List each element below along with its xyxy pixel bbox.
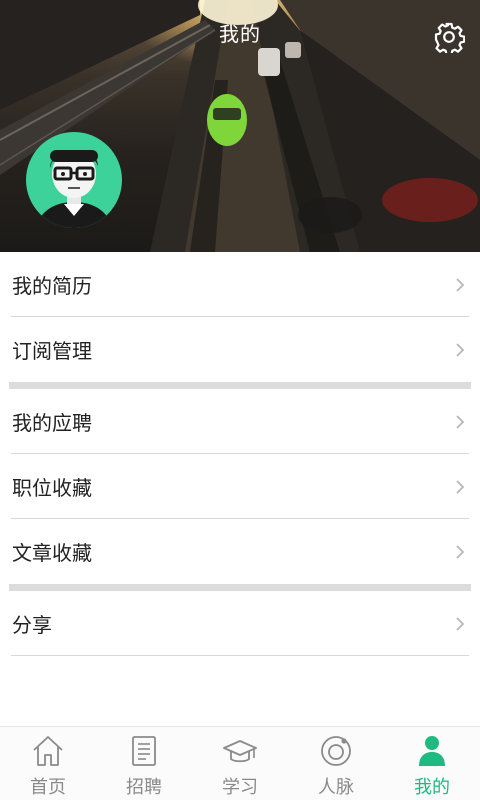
- bottom-tab-bar: 首页 招聘 学习 人脉 我的: [0, 726, 480, 800]
- avatar[interactable]: [26, 132, 122, 228]
- menu-item-article-favorites[interactable]: 文章收藏: [0, 519, 480, 584]
- home-icon: [33, 736, 63, 766]
- tab-label: 我的: [414, 777, 450, 798]
- menu-item-job-favorites[interactable]: 职位收藏: [0, 454, 480, 519]
- menu-item-label: 我的简历: [12, 274, 92, 298]
- graduation-cap-icon: [223, 740, 257, 763]
- profile-menu: 我的简历 订阅管理 我的应聘 职位收藏 文章收藏 分享: [0, 252, 480, 656]
- orbit-icon: [321, 736, 351, 766]
- page-title: 我的: [219, 22, 261, 46]
- tab-label: 首页: [30, 777, 66, 798]
- menu-item-my-resume[interactable]: 我的简历: [0, 252, 480, 317]
- tab-recruitment[interactable]: 招聘: [96, 727, 192, 800]
- profile-header: 我的: [0, 0, 480, 252]
- menu-item-label: 文章收藏: [12, 541, 92, 565]
- gear-icon: [434, 22, 465, 53]
- chevron-right-icon: [456, 342, 465, 357]
- app-root: 我的 我的简历 订阅管理 我的应聘 职位收藏 文章收藏 分享 首页 招聘 学习 …: [0, 0, 480, 800]
- tab-learning[interactable]: 学习: [192, 727, 288, 800]
- menu-item-share[interactable]: 分享: [0, 591, 480, 656]
- document-icon: [132, 736, 156, 766]
- tab-label: 招聘: [126, 777, 162, 798]
- menu-item-label: 我的应聘: [12, 411, 92, 435]
- menu-item-label: 订阅管理: [12, 339, 92, 363]
- menu-item-label: 职位收藏: [12, 476, 92, 500]
- tab-mine[interactable]: 我的: [384, 727, 480, 800]
- section-divider: [9, 382, 471, 389]
- chevron-right-icon: [456, 479, 465, 494]
- chevron-right-icon: [456, 544, 465, 559]
- settings-button[interactable]: [432, 20, 466, 54]
- menu-item-subscription-management[interactable]: 订阅管理: [0, 317, 480, 382]
- menu-item-label: 分享: [12, 613, 52, 637]
- chevron-right-icon: [456, 414, 465, 429]
- section-divider: [9, 584, 471, 591]
- tab-connections[interactable]: 人脉: [288, 727, 384, 800]
- chevron-right-icon: [456, 616, 465, 631]
- chevron-right-icon: [456, 277, 465, 292]
- tab-home[interactable]: 首页: [0, 727, 96, 800]
- person-icon: [419, 736, 445, 766]
- tab-label: 人脉: [318, 777, 354, 798]
- tab-label: 学习: [222, 777, 258, 798]
- user-avatar-glasses-icon: [36, 150, 112, 228]
- menu-item-my-applications[interactable]: 我的应聘: [0, 389, 480, 454]
